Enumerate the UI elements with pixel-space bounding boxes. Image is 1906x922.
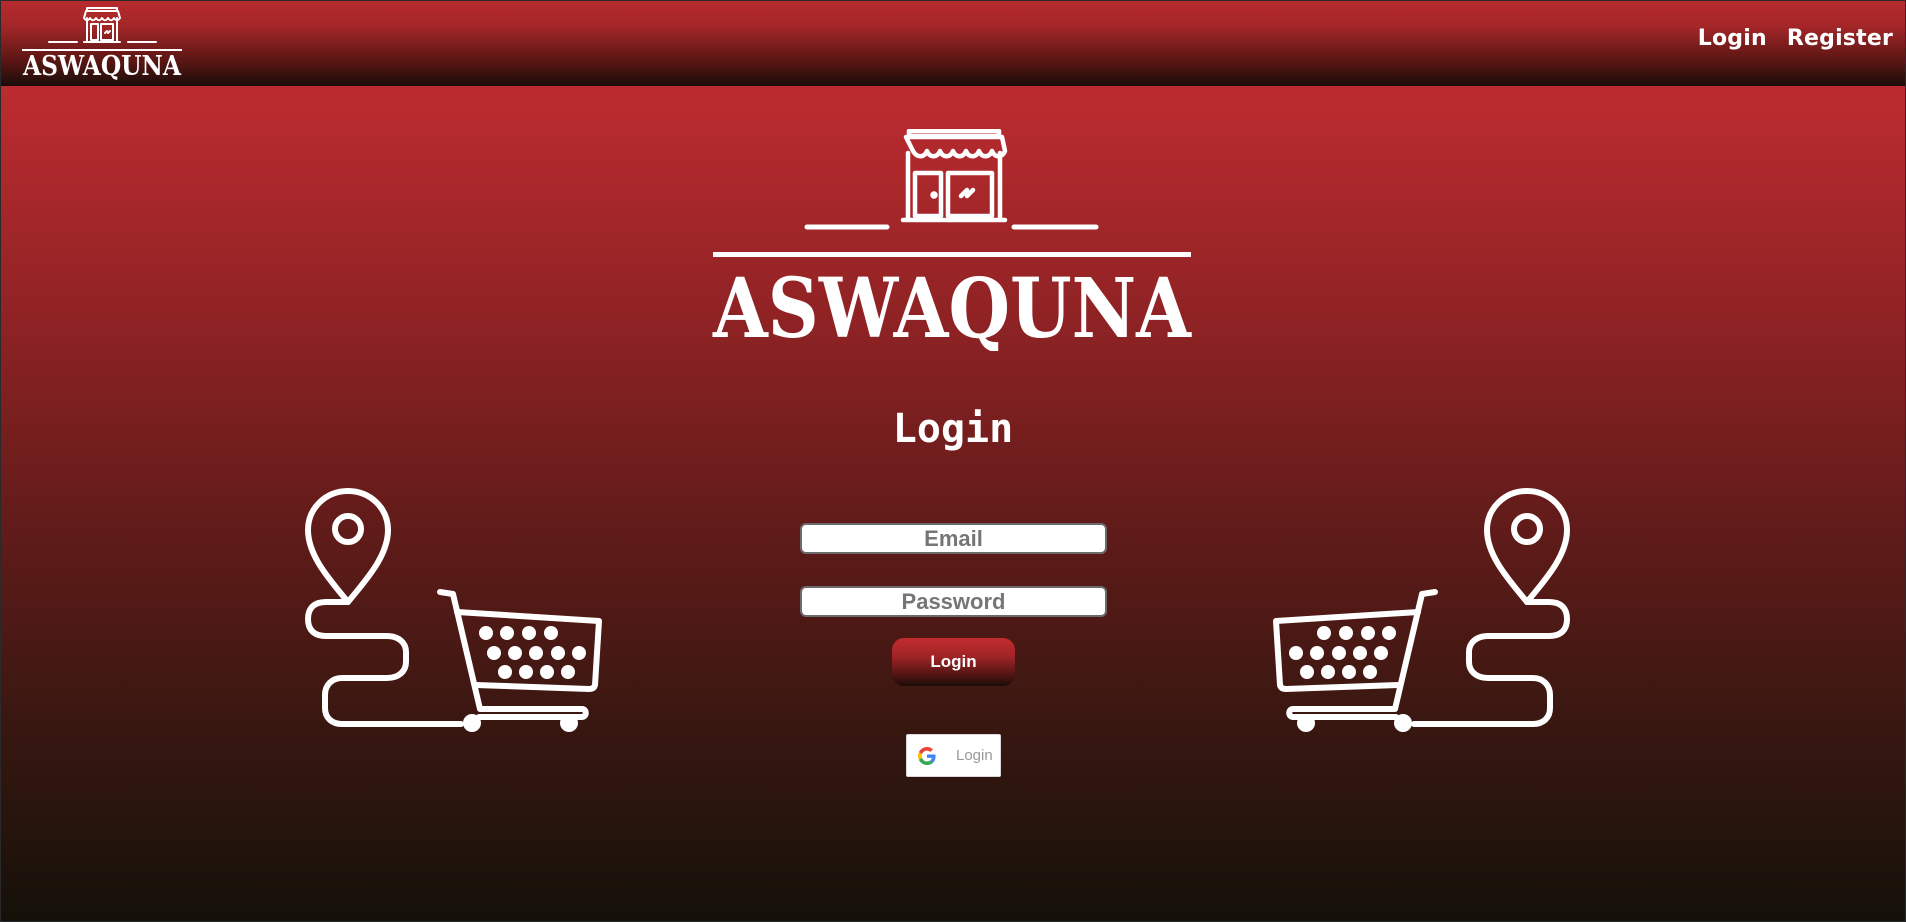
location-pin-icon [1484,488,1570,605]
shopping-route-icon-right [1273,488,1570,732]
top-navbar: ASWAQUNA Login Register [1,1,1905,86]
page-title: Login [892,406,1014,452]
hero-brand-name: ASWAQUNA [712,261,1192,351]
hero-logo-underline [713,252,1191,257]
page-frame: ASWAQUNA Login Register ASWAQUNA Login L… [0,0,1906,922]
google-login-label: Login [956,747,993,764]
shopping-route-icon-left [305,488,602,732]
nav-brand-name: ASWAQUNA [22,51,182,82]
hero-brand-logo: ASWAQUNA [712,129,1192,351]
nav-login-link[interactable]: Login [1698,26,1767,51]
location-pin-icon [305,488,391,605]
nav-links: Login Register [1698,26,1893,51]
google-login-button[interactable]: Login [906,734,1001,777]
email-field[interactable] [800,523,1107,554]
nav-register-link[interactable]: Register [1787,26,1893,51]
google-icon [918,746,936,765]
storefront-icon [900,129,1008,223]
login-button[interactable]: Login [892,638,1015,686]
nav-brand-logo[interactable]: ASWAQUNA [21,7,183,83]
password-field[interactable] [800,586,1107,617]
